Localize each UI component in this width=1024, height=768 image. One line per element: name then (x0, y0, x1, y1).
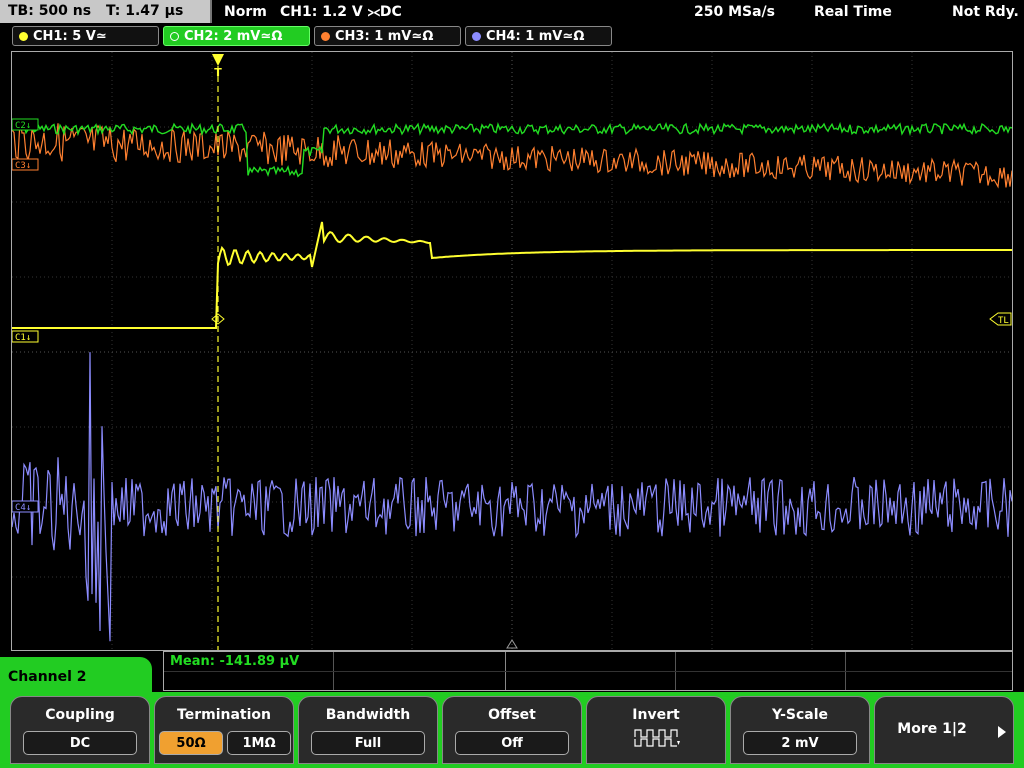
ch4-marker[interactable]: C4↓ (12, 500, 39, 513)
ch2-marker-label: C2↓ (15, 121, 31, 131)
invert-icon (634, 729, 680, 747)
yscale-label: Y-Scale (771, 707, 828, 723)
softkey-bar: Coupling DC Termination 50Ω 1MΩ Bandwidt… (0, 692, 1024, 768)
trigger-source[interactable]: CH1: 1.2 V ⪥DC (280, 0, 402, 24)
trigger-time: T: 1.47 µs (105, 3, 184, 19)
measurement-panel: Mean: -141.89 µV (163, 651, 1013, 691)
more-label: More 1|2 (897, 721, 967, 737)
bandwidth-value[interactable]: Full (311, 731, 425, 755)
ch4-color-dot (472, 32, 481, 41)
ch2-color-dot (170, 32, 179, 41)
waveform-canvas: T C2↓ C3↓ C1↓ C4↓ TL (12, 52, 1012, 650)
ch3-label: CH3: 1 mV≃Ω (335, 29, 434, 44)
bandwidth-softkey[interactable]: Bandwidth Full (298, 696, 438, 764)
yscale-softkey[interactable]: Y-Scale 2 mV (730, 696, 870, 764)
termination-label: Termination (177, 707, 271, 723)
sample-rate: 250 MSa/s (694, 4, 776, 20)
termination-softkey[interactable]: Termination 50Ω 1MΩ (154, 696, 294, 764)
coupling-softkey[interactable]: Coupling DC (10, 696, 150, 764)
offset-softkey[interactable]: Offset Off (442, 696, 582, 764)
channel-tabs: CH1: 5 V≃ CH2: 2 mV≃Ω CH3: 1 mV≃Ω CH4: 1… (0, 26, 1024, 48)
trigger-mode[interactable]: Norm (224, 0, 267, 24)
trigger-position-marker[interactable] (212, 54, 224, 66)
ch2-marker[interactable]: C2↓ (12, 118, 39, 131)
ch1-marker[interactable]: C1↓ (12, 330, 39, 343)
tab-ch1[interactable]: CH1: 5 V≃ (12, 26, 159, 46)
ch1-marker-label: C1↓ (15, 333, 31, 343)
tab-ch3[interactable]: CH3: 1 mV≃Ω (314, 26, 461, 46)
offset-value[interactable]: Off (455, 731, 569, 755)
invert-softkey[interactable]: Invert (586, 696, 726, 764)
run-state: Not Rdy. (952, 4, 1019, 20)
ch4-marker-label: C4↓ (15, 503, 31, 513)
tab-ch2[interactable]: CH2: 2 mV≃Ω (163, 26, 310, 46)
waveform-display[interactable]: T C2↓ C3↓ C1↓ C4↓ TL (11, 51, 1013, 651)
ch3-trace (12, 120, 1012, 189)
mean-measurement: Mean: -141.89 µV (170, 654, 300, 669)
yscale-value[interactable]: 2 mV (743, 731, 857, 755)
ch3-marker[interactable]: C3↓ (12, 158, 39, 171)
termination-50ohm[interactable]: 50Ω (159, 731, 223, 755)
trigger-marker-label: T (214, 66, 222, 79)
tab-ch4[interactable]: CH4: 1 mV≃Ω (465, 26, 612, 46)
ch1-label: CH1: 5 V≃ (33, 29, 107, 44)
invert-label: Invert (632, 707, 680, 723)
status-bar: TB: 500 ns T: 1.47 µs Norm CH1: 1.2 V ⪥D… (0, 0, 1024, 24)
ch1-color-dot (19, 32, 28, 41)
ch4-label: CH4: 1 mV≃Ω (486, 29, 585, 44)
coupling-label: Coupling (45, 707, 115, 723)
arrow-right-icon (998, 726, 1006, 738)
ch3-marker-label: C3↓ (15, 161, 31, 171)
termination-1mohm[interactable]: 1MΩ (227, 731, 291, 755)
trigger-level-marker[interactable]: TL (989, 312, 1012, 326)
acquisition-mode: Real Time (814, 4, 892, 20)
trigger-level-label: TL (998, 316, 1009, 326)
ch3-color-dot (321, 32, 330, 41)
timebase-box[interactable]: TB: 500 ns T: 1.47 µs (0, 0, 212, 23)
bandwidth-label: Bandwidth (325, 707, 411, 723)
offset-label: Offset (488, 707, 536, 723)
coupling-value[interactable]: DC (23, 731, 137, 755)
ch2-label: CH2: 2 mV≃Ω (184, 29, 283, 44)
timebase: TB: 500 ns (8, 3, 92, 19)
meas-divider (164, 671, 1012, 672)
more-softkey[interactable]: More 1|2 (874, 696, 1014, 764)
